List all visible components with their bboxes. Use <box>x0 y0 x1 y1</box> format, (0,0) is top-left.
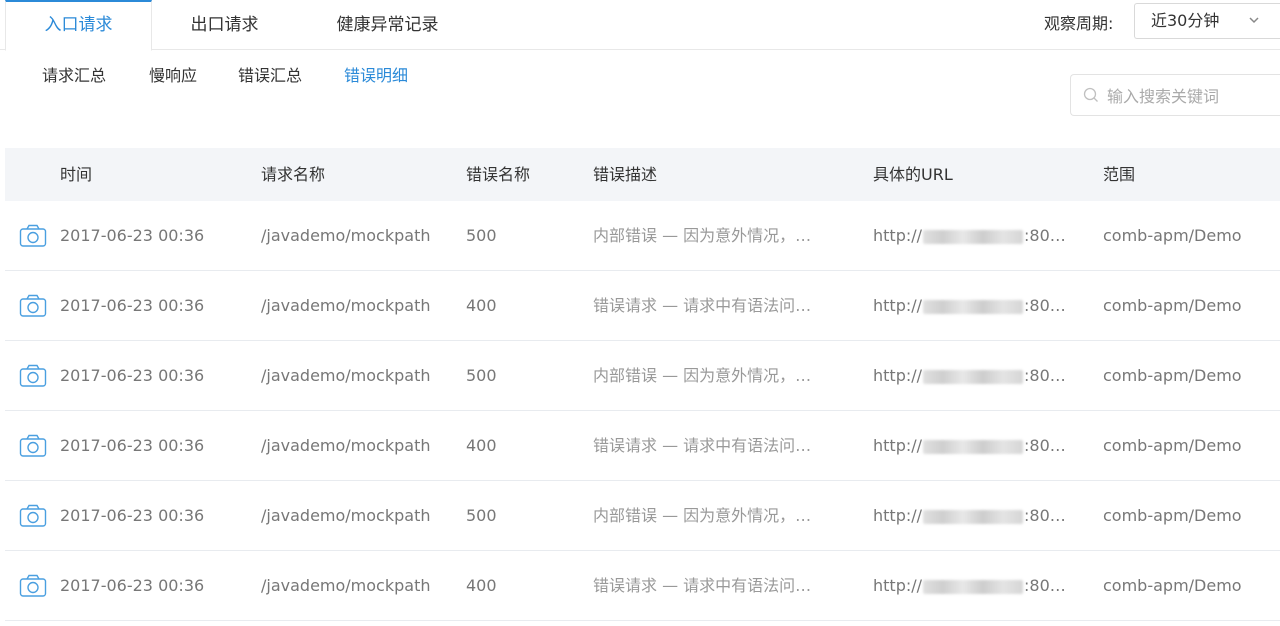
period-label: 观察周期: <box>1044 14 1114 33</box>
cell-error-name: 500 <box>466 366 497 385</box>
column-header-error-name: 错误名称 <box>466 165 531 184</box>
url-suffix: :80… <box>1024 436 1066 455</box>
subtab-error-summary[interactable]: 错误汇总 <box>238 62 302 86</box>
cell-request-name: /javademo/mockpath <box>261 366 431 385</box>
camera-icon[interactable] <box>19 574 47 602</box>
table-row[interactable]: 2017-06-23 00:36 /javademo/mockpath 500 … <box>5 481 1280 551</box>
cell-scope: comb-apm/Demo <box>1103 296 1242 315</box>
redacted-host <box>923 579 1024 594</box>
camera-icon[interactable] <box>19 224 47 252</box>
cell-error-description: 错误请求 — 请求中有语法问… <box>593 296 812 315</box>
cell-url: http:// :80… <box>873 201 1066 271</box>
cell-request-name: /javademo/mockpath <box>261 436 431 455</box>
cell-url: http:// :80… <box>873 551 1066 621</box>
camera-icon[interactable] <box>19 504 47 532</box>
search-box <box>1070 74 1280 116</box>
cell-time: 2017-06-23 00:36 <box>60 436 205 455</box>
cell-error-description: 错误请求 — 请求中有语法问… <box>593 576 812 595</box>
cell-request-name: /javademo/mockpath <box>261 506 431 525</box>
url-prefix: http:// <box>873 506 923 525</box>
cell-time: 2017-06-23 00:36 <box>60 296 205 315</box>
cell-request-name: /javademo/mockpath <box>261 576 431 595</box>
column-header-scope: 范围 <box>1103 165 1136 184</box>
cell-request-name: /javademo/mockpath <box>261 296 431 315</box>
url-suffix: :80… <box>1024 366 1066 385</box>
redacted-host <box>923 439 1024 454</box>
url-suffix: :80… <box>1024 506 1066 525</box>
cell-url: http:// :80… <box>873 411 1066 481</box>
cell-error-name: 400 <box>466 436 497 455</box>
table-header: 时间 请求名称 错误名称 错误描述 具体的URL 范围 <box>5 148 1280 201</box>
table-body: 2017-06-23 00:36 /javademo/mockpath 500 … <box>5 201 1280 621</box>
cell-time: 2017-06-23 00:36 <box>60 506 205 525</box>
chevron-down-icon <box>1248 4 1260 51</box>
camera-icon[interactable] <box>19 294 47 322</box>
tab-outbound-requests[interactable]: 出口请求 <box>152 0 297 49</box>
subtab-slow-response[interactable]: 慢响应 <box>149 62 197 86</box>
cell-error-name: 400 <box>466 576 497 595</box>
column-header-request-name: 请求名称 <box>261 165 326 184</box>
cell-request-name: /javademo/mockpath <box>261 226 431 245</box>
cell-scope: comb-apm/Demo <box>1103 576 1242 595</box>
table-row[interactable]: 2017-06-23 00:36 /javademo/mockpath 400 … <box>5 551 1280 621</box>
cell-error-description: 内部错误 — 因为意外情况，… <box>593 366 812 385</box>
search-input[interactable] <box>1105 83 1279 109</box>
redacted-host <box>923 369 1024 384</box>
cell-scope: comb-apm/Demo <box>1103 366 1242 385</box>
table-row[interactable]: 2017-06-23 00:36 /javademo/mockpath 400 … <box>5 271 1280 341</box>
cell-url: http:// :80… <box>873 481 1066 551</box>
url-prefix: http:// <box>873 296 923 315</box>
column-header-url: 具体的URL <box>873 165 953 184</box>
subtab-error-details[interactable]: 错误明细 <box>344 62 408 86</box>
error-details-table: 时间 请求名称 错误名称 错误描述 具体的URL 范围 2017-06-23 0… <box>5 148 1280 621</box>
period-select[interactable]: 近30分钟 <box>1134 3 1280 39</box>
table-row[interactable]: 2017-06-23 00:36 /javademo/mockpath 500 … <box>5 341 1280 411</box>
table-row[interactable]: 2017-06-23 00:36 /javademo/mockpath 500 … <box>5 201 1280 271</box>
camera-icon[interactable] <box>19 364 47 392</box>
cell-scope: comb-apm/Demo <box>1103 436 1242 455</box>
redacted-host <box>923 509 1024 524</box>
redacted-host <box>923 229 1024 244</box>
url-suffix: :80… <box>1024 576 1066 595</box>
cell-time: 2017-06-23 00:36 <box>60 576 205 595</box>
url-prefix: http:// <box>873 366 923 385</box>
cell-url: http:// :80… <box>873 341 1066 411</box>
tab-inbound-requests[interactable]: 入口请求 <box>5 0 152 51</box>
subtab-request-summary[interactable]: 请求汇总 <box>42 62 106 86</box>
url-prefix: http:// <box>873 436 923 455</box>
period-value: 近30分钟 <box>1151 11 1220 30</box>
tab-health-anomaly-records[interactable]: 健康异常记录 <box>310 0 465 49</box>
cell-error-description: 内部错误 — 因为意外情况，… <box>593 226 812 245</box>
url-suffix: :80… <box>1024 296 1066 315</box>
cell-scope: comb-apm/Demo <box>1103 226 1242 245</box>
cell-error-description: 错误请求 — 请求中有语法问… <box>593 436 812 455</box>
cell-error-name: 400 <box>466 296 497 315</box>
redacted-host <box>923 299 1024 314</box>
column-header-time: 时间 <box>60 165 93 184</box>
url-suffix: :80… <box>1024 226 1066 245</box>
cell-error-description: 内部错误 — 因为意外情况，… <box>593 506 812 525</box>
cell-error-name: 500 <box>466 226 497 245</box>
url-prefix: http:// <box>873 576 923 595</box>
table-row[interactable]: 2017-06-23 00:36 /javademo/mockpath 400 … <box>5 411 1280 481</box>
cell-url: http:// :80… <box>873 271 1066 341</box>
column-header-error-description: 错误描述 <box>593 165 658 184</box>
cell-time: 2017-06-23 00:36 <box>60 366 205 385</box>
cell-scope: comb-apm/Demo <box>1103 506 1242 525</box>
url-prefix: http:// <box>873 226 923 245</box>
search-icon <box>1083 87 1098 102</box>
camera-icon[interactable] <box>19 434 47 462</box>
cell-time: 2017-06-23 00:36 <box>60 226 205 245</box>
cell-error-name: 500 <box>466 506 497 525</box>
